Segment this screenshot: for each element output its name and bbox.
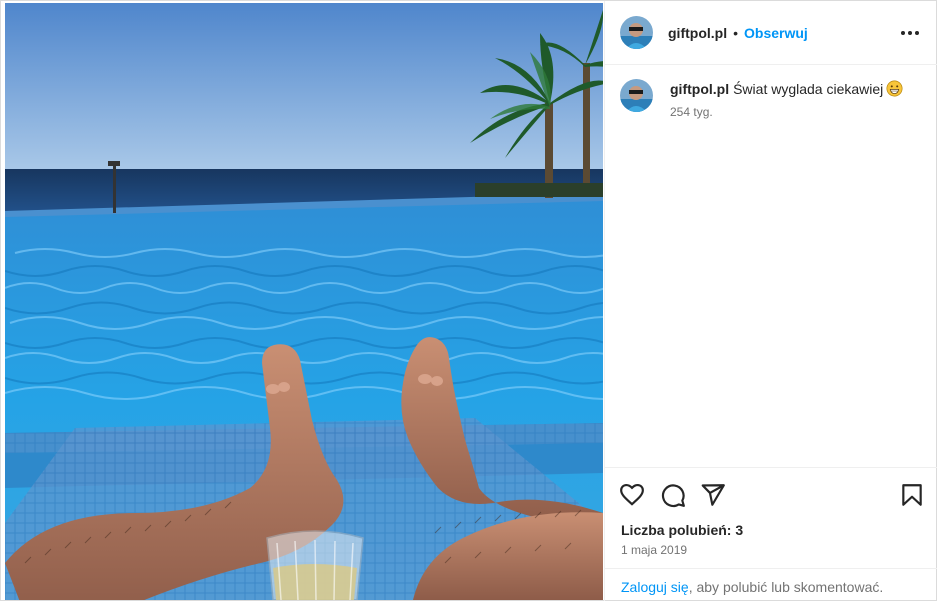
post-date[interactable]: 1 maja 2019 <box>621 543 687 557</box>
caption-username[interactable]: giftpol.pl <box>670 81 729 97</box>
caption-body: giftpol.pl Świat wyglada ciekawiej 254 ty… <box>670 79 903 119</box>
share-icon[interactable] <box>700 482 726 508</box>
post-photo[interactable] <box>5 3 603 600</box>
pool-photo-illustration <box>5 3 603 600</box>
more-horizontal-icon[interactable] <box>898 23 922 43</box>
login-prompt: Zaloguj się, aby polubić lub skomentować… <box>605 568 937 601</box>
follow-button[interactable]: Obserwuj <box>744 25 808 41</box>
post-side-panel: giftpol.pl • Obserwuj giftpol.pl Świat w… <box>604 1 937 601</box>
caption-comment: giftpol.pl Świat wyglada ciekawiej 254 ty… <box>620 79 930 119</box>
caption-avatar[interactable] <box>620 79 653 112</box>
caption-profile-picture <box>620 79 653 112</box>
instagram-post: giftpol.pl • Obserwuj giftpol.pl Świat w… <box>0 0 937 601</box>
profile-picture <box>620 16 653 49</box>
avatar[interactable] <box>620 16 653 49</box>
heart-icon[interactable] <box>619 482 645 508</box>
caption-text-line: giftpol.pl Świat wyglada ciekawiej <box>670 79 903 99</box>
login-prompt-text: , aby polubić lub skomentować. <box>688 579 884 595</box>
comment-icon[interactable] <box>660 482 686 508</box>
action-bar <box>605 467 937 519</box>
username[interactable]: giftpol.pl <box>668 25 727 41</box>
grinning-face-emoji-icon <box>886 80 903 97</box>
login-link[interactable]: Zaloguj się <box>621 579 689 595</box>
likes-count[interactable]: Liczba polubień: 3 <box>621 522 743 538</box>
caption-text: Świat wyglada ciekawiej <box>733 81 884 97</box>
separator-dot: • <box>733 24 738 41</box>
post-header: giftpol.pl • Obserwuj <box>605 1 937 65</box>
caption-time[interactable]: 254 tyg. <box>670 105 903 119</box>
bookmark-icon[interactable] <box>899 482 925 508</box>
